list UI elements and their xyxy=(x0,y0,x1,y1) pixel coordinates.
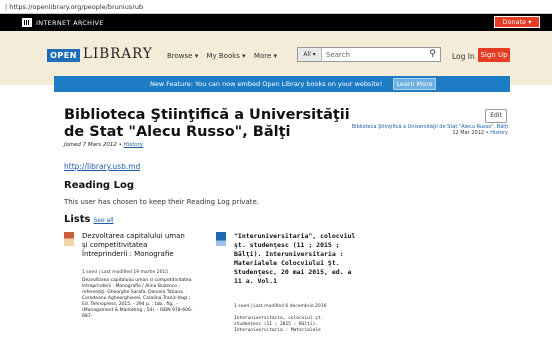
lists-heading-label: Lists xyxy=(64,214,91,225)
address-bar[interactable]: | https://openlibrary.org/people/bruniusr… xyxy=(0,0,552,14)
list-cover-image[interactable] xyxy=(64,232,74,246)
last-edit-history-link[interactable]: History xyxy=(490,130,508,136)
profile-content: Biblioteca Ştiinţifică a Universităţii d… xyxy=(54,92,510,349)
nav-browse[interactable]: Browse ▾ xyxy=(167,52,198,60)
nav-more[interactable]: More ▾ xyxy=(254,52,277,60)
address-bar-cursor: | xyxy=(5,3,8,11)
learn-more-button[interactable]: Learn More xyxy=(393,78,436,90)
last-edit-date: 12 Mar 2012 • History xyxy=(318,130,508,136)
edit-button[interactable]: Edit xyxy=(485,109,507,123)
search-box: All ▾ Search ⚲ xyxy=(297,47,441,62)
search-input[interactable]: Search xyxy=(326,51,350,59)
reading-log-heading: Reading Log xyxy=(64,180,134,191)
banner-message: New Feature: You can now embed Open Libr… xyxy=(150,80,383,88)
list-description: Dezvoltarea capitalului uman si competit… xyxy=(82,278,193,319)
signup-button[interactable]: Sign Up xyxy=(478,48,510,62)
list-description: Interuniversitaria, colocviul şt. studen… xyxy=(234,316,324,333)
joined-text: Joined 7 Mars 2012 • xyxy=(64,142,122,148)
donate-button[interactable]: Donate ▾ xyxy=(494,16,540,28)
see-all-lists-link[interactable]: See all xyxy=(93,217,113,224)
open-library-logo-library[interactable]: LIBRARY xyxy=(83,46,153,62)
internet-archive-bar: INTERNET ARCHIVE Donate ▾ xyxy=(0,14,552,31)
list-meta: 1 seed | Last modified 19 martie 2015 xyxy=(82,270,169,275)
search-icon[interactable]: ⚲ xyxy=(429,49,436,59)
internet-archive-title[interactable]: INTERNET ARCHIVE xyxy=(36,19,104,27)
main-nav: Browse ▾ My Books ▾ More ▾ xyxy=(167,52,283,60)
list-meta: 1 seed | Last modified 6 decembrie 2016 xyxy=(234,304,327,309)
login-link[interactable]: Log In xyxy=(452,52,475,61)
internet-archive-logo-icon[interactable] xyxy=(22,18,32,27)
open-library-logo-open[interactable]: OPEN xyxy=(47,49,80,62)
homepage-link[interactable]: http://library.usb.md xyxy=(64,162,140,171)
last-edit-info: Biblioteca Ştiinţifică a Universităţii d… xyxy=(318,124,508,136)
joined-history-link[interactable]: History xyxy=(124,142,144,148)
nav-my-books[interactable]: My Books ▾ xyxy=(206,52,245,60)
feature-banner: New Feature: You can now embed Open Libr… xyxy=(54,76,510,92)
joined-date: Joined 7 Mars 2012 • History xyxy=(64,142,143,148)
list-cover-image[interactable] xyxy=(216,232,226,246)
search-scope-select[interactable]: All ▾ xyxy=(298,48,322,61)
address-bar-url[interactable]: https://openlibrary.org/people/bruniusru… xyxy=(9,3,143,11)
list-title[interactable]: "Interuniversitaria", colocviul şt. stud… xyxy=(234,232,359,286)
list-title[interactable]: Dezvoltarea capitalului uman şi competit… xyxy=(82,232,192,259)
lists-heading: Lists See all xyxy=(64,214,114,225)
reading-log-private-text: This user has chosen to keep their Readi… xyxy=(64,198,260,206)
last-edit-date-text: 12 Mar 2012 • xyxy=(452,130,489,136)
